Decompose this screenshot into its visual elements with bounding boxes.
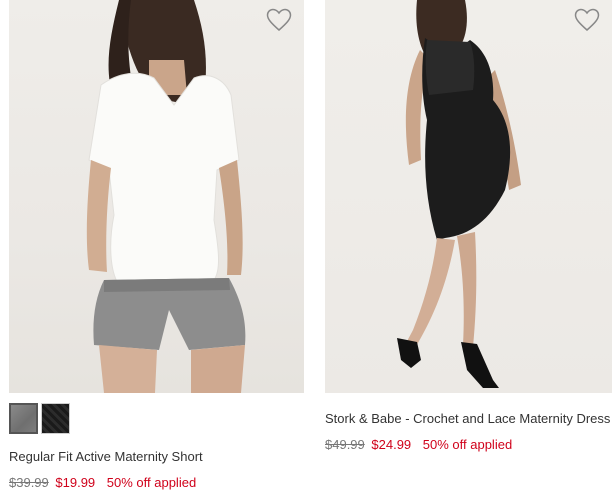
promo-badge: 50% off applied — [422, 437, 513, 452]
product-name[interactable]: Stork & Babe - Crochet and Lace Maternit… — [325, 411, 610, 426]
swatch-black[interactable] — [41, 403, 70, 434]
color-swatches — [9, 403, 70, 434]
wishlist-heart-icon[interactable] — [574, 8, 600, 32]
swatch-grey[interactable] — [9, 403, 38, 434]
promo-badge: 50% off applied — [106, 475, 197, 490]
product-prices: $49.99 $24.99 50% off applied — [325, 437, 512, 452]
wishlist-heart-icon[interactable] — [266, 8, 292, 32]
product-card-2[interactable]: Stork & Babe - Crochet and Lace Maternit… — [325, 0, 612, 452]
product-photo-illustration — [86, 0, 246, 393]
product-image-2[interactable] — [325, 0, 612, 393]
product-photo-illustration — [397, 0, 521, 388]
original-price: $49.99 — [325, 437, 365, 452]
product-image-1[interactable] — [9, 0, 304, 393]
product-name[interactable]: Regular Fit Active Maternity Short — [9, 449, 203, 464]
product-card-1[interactable]: Regular Fit Active Maternity Short $39.9… — [9, 0, 304, 490]
product-prices: $39.99 $19.99 50% off applied — [9, 475, 196, 490]
sale-price: $24.99 — [371, 437, 412, 452]
sale-price: $19.99 — [55, 475, 96, 490]
original-price: $39.99 — [9, 475, 49, 490]
